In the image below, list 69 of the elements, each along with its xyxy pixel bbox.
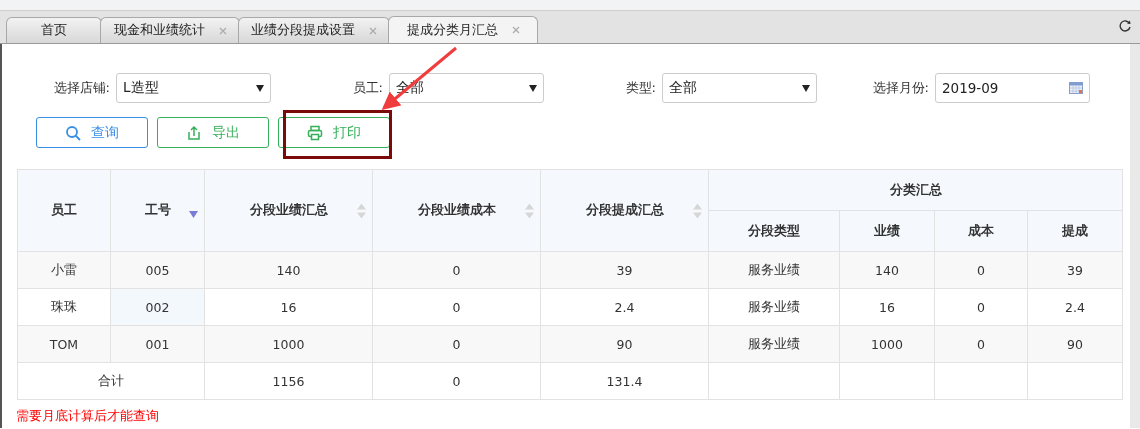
dropdown-arrow-icon bbox=[802, 84, 810, 92]
column-header[interactable]: 工号 bbox=[110, 169, 205, 252]
field-label: 选择月份: bbox=[871, 79, 929, 97]
dropdown-arrow-icon bbox=[529, 84, 537, 92]
table-cell: 服务业绩 bbox=[708, 251, 840, 289]
warning-text: 需要月底计算后才能查询 bbox=[16, 408, 159, 423]
field-label: 员工: bbox=[351, 79, 383, 97]
table-cell: 小雷 bbox=[17, 251, 111, 289]
table-cell: 16 bbox=[839, 288, 935, 326]
column-header: 成本 bbox=[934, 210, 1028, 252]
column-header: 分段类型 bbox=[708, 210, 840, 252]
tab[interactable]: 提成分类月汇总 bbox=[388, 16, 538, 43]
total-cell: 1156 bbox=[204, 362, 373, 400]
column-header[interactable]: 员工 bbox=[17, 169, 111, 252]
refresh-icon[interactable] bbox=[1118, 19, 1132, 33]
close-icon[interactable] bbox=[218, 26, 227, 35]
table-cell: 0 bbox=[934, 288, 1028, 326]
column-header[interactable]: 分段业绩成本 bbox=[372, 169, 541, 252]
table-cell: 0 bbox=[372, 325, 541, 363]
column-header[interactable]: 分段业绩汇总 bbox=[204, 169, 373, 252]
table-cell: 140 bbox=[204, 251, 373, 289]
query-button[interactable]: 查询 bbox=[36, 117, 148, 148]
calendar-icon bbox=[1069, 82, 1083, 94]
search-icon bbox=[65, 124, 81, 141]
dropdown-arrow-icon bbox=[256, 84, 264, 92]
table-cell: 珠珠 bbox=[17, 288, 111, 326]
table-cell: 90 bbox=[540, 325, 709, 363]
total-cell: 131.4 bbox=[540, 362, 709, 400]
table-cell: 39 bbox=[540, 251, 709, 289]
export-icon bbox=[186, 124, 202, 141]
date-field[interactable]: 2019-09 bbox=[935, 73, 1090, 103]
table-cell: 2.4 bbox=[540, 288, 709, 326]
column-header: 业绩 bbox=[839, 210, 935, 252]
table-cell: 001 bbox=[110, 325, 205, 363]
table-cell: 1000 bbox=[204, 325, 373, 363]
column-header[interactable]: 分段提成汇总 bbox=[540, 169, 709, 252]
close-icon[interactable] bbox=[511, 26, 520, 34]
table-cell: TOM bbox=[17, 325, 111, 363]
sort-descending-icon[interactable] bbox=[189, 209, 198, 218]
table-cell: 005 bbox=[110, 251, 205, 289]
sort-icon[interactable] bbox=[357, 203, 366, 218]
dropdown[interactable]: L造型 bbox=[116, 73, 271, 103]
tab[interactable]: 首页 bbox=[6, 17, 102, 43]
sort-icon[interactable] bbox=[693, 203, 702, 218]
field-label: 类型: bbox=[624, 79, 656, 97]
total-cell: 0 bbox=[372, 362, 541, 400]
close-icon[interactable] bbox=[369, 26, 377, 35]
total-label: 合计 bbox=[17, 362, 205, 400]
table-cell: 0 bbox=[372, 251, 541, 289]
table-cell: 0 bbox=[934, 325, 1028, 363]
table-cell: 90 bbox=[1027, 325, 1123, 363]
table-cell: 002 bbox=[110, 288, 205, 326]
tab[interactable]: 业绩分段提成设置 bbox=[238, 17, 390, 43]
tab[interactable]: 现金和业绩统计 bbox=[100, 17, 240, 43]
table-cell: 39 bbox=[1027, 251, 1123, 289]
table-cell: 16 bbox=[204, 288, 373, 326]
table-cell: 服务业绩 bbox=[708, 288, 840, 326]
dropdown[interactable]: 全部 bbox=[662, 73, 817, 103]
table-cell: 1000 bbox=[839, 325, 935, 363]
printer-icon bbox=[307, 124, 323, 141]
sort-icon[interactable] bbox=[525, 203, 534, 218]
table-cell: 0 bbox=[934, 251, 1028, 289]
column-header: 提成 bbox=[1027, 210, 1123, 252]
field-label: 选择店铺: bbox=[52, 79, 110, 97]
table-cell: 140 bbox=[839, 251, 935, 289]
table-cell: 服务业绩 bbox=[708, 325, 840, 363]
table-cell: 0 bbox=[372, 288, 541, 326]
column-group-header: 分类汇总 bbox=[708, 169, 1123, 211]
table-cell: 2.4 bbox=[1027, 288, 1123, 326]
